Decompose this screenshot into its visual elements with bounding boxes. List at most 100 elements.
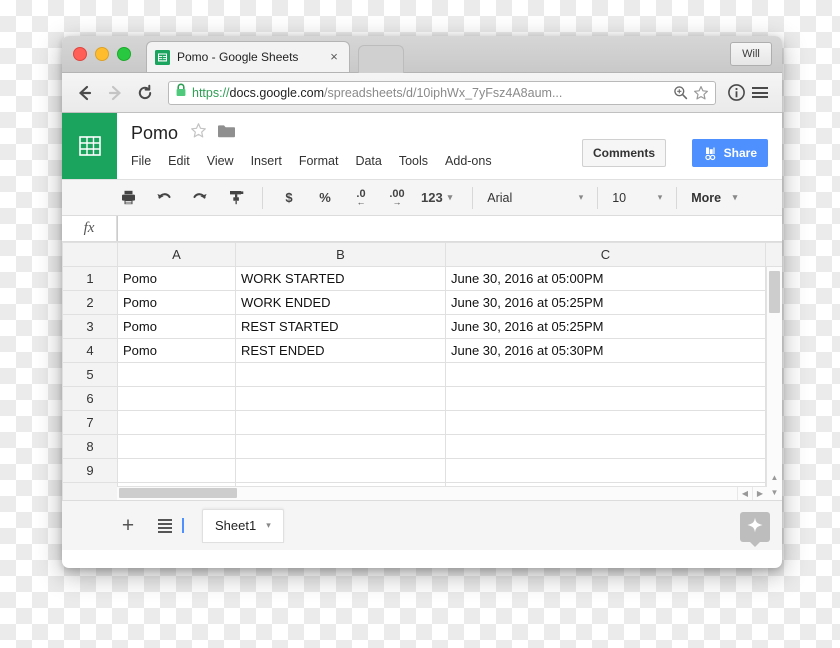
star-outline-icon[interactable] [190, 122, 207, 144]
info-icon[interactable] [724, 80, 748, 106]
zoom-search-icon[interactable] [673, 85, 688, 100]
cell-b3[interactable]: REST STARTED [235, 314, 446, 339]
explore-button[interactable] [740, 512, 770, 547]
column-header-a[interactable]: A [117, 242, 236, 267]
cell-b2[interactable]: WORK ENDED [235, 290, 446, 315]
more-options-button[interactable]: More ▾ [685, 185, 743, 211]
formula-input[interactable] [117, 216, 782, 241]
horizontal-scrollbar-thumb[interactable] [119, 488, 237, 498]
reload-icon[interactable] [132, 80, 158, 106]
decrease-decimal-button[interactable]: .0 ← [349, 185, 373, 211]
scroll-left-arrow-icon[interactable]: ◀ [737, 487, 752, 500]
row-header-2[interactable]: 2 [62, 290, 118, 315]
sheets-favicon-icon [155, 49, 170, 65]
menu-view[interactable]: View [207, 154, 234, 168]
redo-icon[interactable] [188, 185, 212, 211]
cell-b4[interactable]: REST ENDED [235, 338, 446, 363]
menu-file[interactable]: File [131, 154, 151, 168]
column-header-c[interactable]: C [445, 242, 766, 267]
menu-data[interactable]: Data [355, 154, 381, 168]
close-tab-button[interactable]: × [327, 50, 341, 64]
cell-a5[interactable] [117, 362, 236, 387]
cell-a1[interactable]: Pomo [117, 266, 236, 291]
cell-b8[interactable] [235, 434, 446, 459]
chevron-down-icon[interactable]: ▾ [266, 520, 271, 531]
menu-format[interactable]: Format [299, 154, 339, 168]
back-icon[interactable] [72, 80, 98, 106]
cell-b9[interactable] [235, 458, 446, 483]
minimize-window-button[interactable] [95, 47, 109, 61]
cell-a8[interactable] [117, 434, 236, 459]
row-header-3[interactable]: 3 [62, 314, 118, 339]
cell-b1[interactable]: WORK STARTED [235, 266, 446, 291]
folder-icon[interactable] [217, 123, 236, 144]
cell-a3[interactable]: Pomo [117, 314, 236, 339]
close-window-button[interactable] [73, 47, 87, 61]
cell-c1[interactable]: June 30, 2016 at 05:00PM [445, 266, 766, 291]
chevron-down-icon: ▾ [732, 192, 738, 202]
scroll-up-arrow-icon[interactable]: ▲ [768, 471, 781, 484]
share-button[interactable]: Share [691, 139, 768, 167]
cell-c3[interactable]: June 30, 2016 at 05:25PM [445, 314, 766, 339]
cell-a6[interactable] [117, 386, 236, 411]
font-family-select[interactable]: Arial ▾ [481, 185, 589, 211]
cell-a4[interactable]: Pomo [117, 338, 236, 363]
column-header-d[interactable] [765, 242, 782, 267]
horizontal-scrollbar[interactable] [117, 486, 737, 500]
cell-c7[interactable] [445, 410, 766, 435]
select-all-corner[interactable] [62, 242, 118, 267]
cell-b6[interactable] [235, 386, 446, 411]
cell-c8[interactable] [445, 434, 766, 459]
vertical-scrollbar-thumb[interactable] [769, 271, 780, 313]
sheet-tab-sheet1[interactable]: Sheet1 ▾ [202, 508, 284, 543]
document-title[interactable]: Pomo [131, 123, 178, 144]
menu-edit[interactable]: Edit [168, 154, 190, 168]
forward-icon[interactable] [102, 80, 128, 106]
row-header-7[interactable]: 7 [62, 410, 118, 435]
browser-tab[interactable]: Pomo - Google Sheets × [146, 41, 350, 72]
row-header-9[interactable]: 9 [62, 458, 118, 483]
cell-c4[interactable]: June 30, 2016 at 05:30PM [445, 338, 766, 363]
menu-tools[interactable]: Tools [399, 154, 428, 168]
row-header-1[interactable]: 1 [62, 266, 118, 291]
currency-format-button[interactable]: $ [277, 185, 301, 211]
cell-a2[interactable]: Pomo [117, 290, 236, 315]
increase-decimal-button[interactable]: .00 → [385, 185, 409, 211]
add-sheet-button[interactable]: + [114, 512, 142, 540]
cell-c6[interactable] [445, 386, 766, 411]
scroll-right-arrow-icon[interactable]: ▶ [752, 487, 767, 500]
column-header-b[interactable]: B [235, 242, 446, 267]
row-header-6[interactable]: 6 [62, 386, 118, 411]
all-sheets-icon[interactable] [152, 513, 178, 539]
address-bar[interactable]: https://docs.google.com/spreadsheets/d/1… [168, 80, 716, 105]
print-icon[interactable] [116, 185, 140, 211]
hamburger-menu-icon[interactable] [748, 80, 772, 106]
font-size-select[interactable]: 10 ▾ [606, 185, 668, 211]
scroll-down-arrow-icon[interactable]: ▼ [768, 486, 781, 499]
menu-add-ons[interactable]: Add-ons [445, 154, 492, 168]
percent-format-button[interactable]: % [313, 185, 337, 211]
profile-button[interactable]: Will [730, 42, 772, 66]
comments-button[interactable]: Comments [581, 139, 666, 167]
cell-b7[interactable] [235, 410, 446, 435]
font-size-value: 10 [612, 190, 627, 205]
new-tab-button[interactable] [358, 45, 404, 73]
cell-c2[interactable]: June 30, 2016 at 05:25PM [445, 290, 766, 315]
row-header-5[interactable]: 5 [62, 362, 118, 387]
cell-a9[interactable] [117, 458, 236, 483]
undo-icon[interactable] [152, 185, 176, 211]
number-format-button[interactable]: 123 ▾ [421, 185, 452, 211]
maximize-window-button[interactable] [117, 47, 131, 61]
row-header-4[interactable]: 4 [62, 338, 118, 363]
cell-a7[interactable] [117, 410, 236, 435]
cell-b5[interactable] [235, 362, 446, 387]
bookmark-star-icon[interactable] [693, 85, 709, 101]
row-header-10[interactable] [62, 482, 118, 500]
vertical-scrollbar[interactable]: ▲ ▼ [766, 267, 782, 500]
row-header-8[interactable]: 8 [62, 434, 118, 459]
cell-c9[interactable] [445, 458, 766, 483]
cell-c5[interactable] [445, 362, 766, 387]
table-row: 6 [62, 386, 782, 411]
menu-insert[interactable]: Insert [251, 154, 282, 168]
paint-format-icon[interactable] [224, 185, 248, 211]
